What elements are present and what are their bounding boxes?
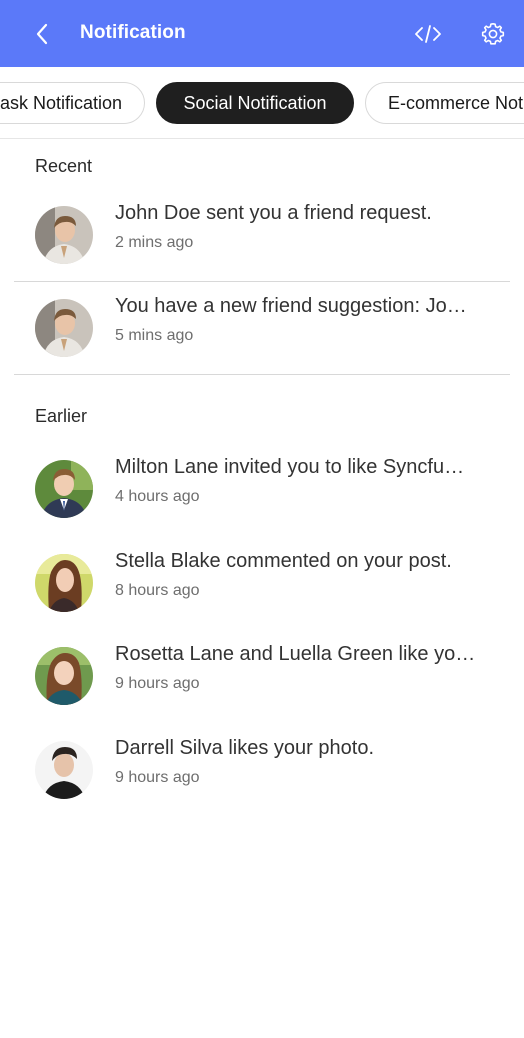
gear-icon xyxy=(481,23,505,45)
code-button[interactable] xyxy=(414,20,442,48)
code-icon xyxy=(415,25,441,43)
notification-message: Stella Blake commented on your post. xyxy=(115,550,452,572)
notification-item[interactable]: Stella Blake commented on your post. 8 h… xyxy=(14,536,510,630)
chevron-left-icon xyxy=(36,23,48,45)
notification-time: 9 hours ago xyxy=(115,769,200,786)
tab-social-notification[interactable]: Social Notification xyxy=(156,82,354,124)
section-heading-recent: Recent xyxy=(35,156,93,176)
notification-message: John Doe sent you a friend request. xyxy=(115,202,432,224)
page-title: Notification xyxy=(80,22,186,43)
notification-item[interactable]: Darrell Silva likes your photo. 9 hours … xyxy=(14,723,510,817)
avatar xyxy=(35,299,93,357)
notification-message: Milton Lane invited you to like Syncfu… xyxy=(115,456,465,478)
notification-time: 2 mins ago xyxy=(115,234,194,251)
notification-message: Darrell Silva likes your photo. xyxy=(115,737,374,759)
notification-message: You have a new friend suggestion: Jo… xyxy=(115,295,467,317)
section-heading-earlier: Earlier xyxy=(35,406,88,426)
tab-ecommerce-notification[interactable]: E-commerce Not xyxy=(365,82,524,124)
avatar xyxy=(35,206,93,264)
notification-tabs: ask Notification Social Notification E-c… xyxy=(0,67,524,139)
avatar xyxy=(35,647,93,705)
notification-time: 5 mins ago xyxy=(115,327,194,344)
avatar xyxy=(35,741,93,799)
avatar xyxy=(35,554,93,612)
notification-message: Rosetta Lane and Luella Green like yo… xyxy=(115,643,476,665)
notification-time: 4 hours ago xyxy=(115,488,200,505)
notification-item[interactable]: You have a new friend suggestion: Jo… 5 … xyxy=(14,281,510,375)
notification-item[interactable]: Milton Lane invited you to like Syncfu… … xyxy=(14,442,510,536)
app-bar: Notification xyxy=(0,0,524,67)
notification-item[interactable]: John Doe sent you a friend request. 2 mi… xyxy=(14,188,510,282)
notification-time: 9 hours ago xyxy=(115,675,200,692)
back-button[interactable] xyxy=(30,21,54,47)
avatar xyxy=(35,460,93,518)
settings-button[interactable] xyxy=(479,20,507,48)
notification-item[interactable]: Rosetta Lane and Luella Green like yo… 9… xyxy=(14,629,510,723)
tab-task-notification[interactable]: ask Notification xyxy=(0,82,145,124)
notification-time: 8 hours ago xyxy=(115,582,200,599)
